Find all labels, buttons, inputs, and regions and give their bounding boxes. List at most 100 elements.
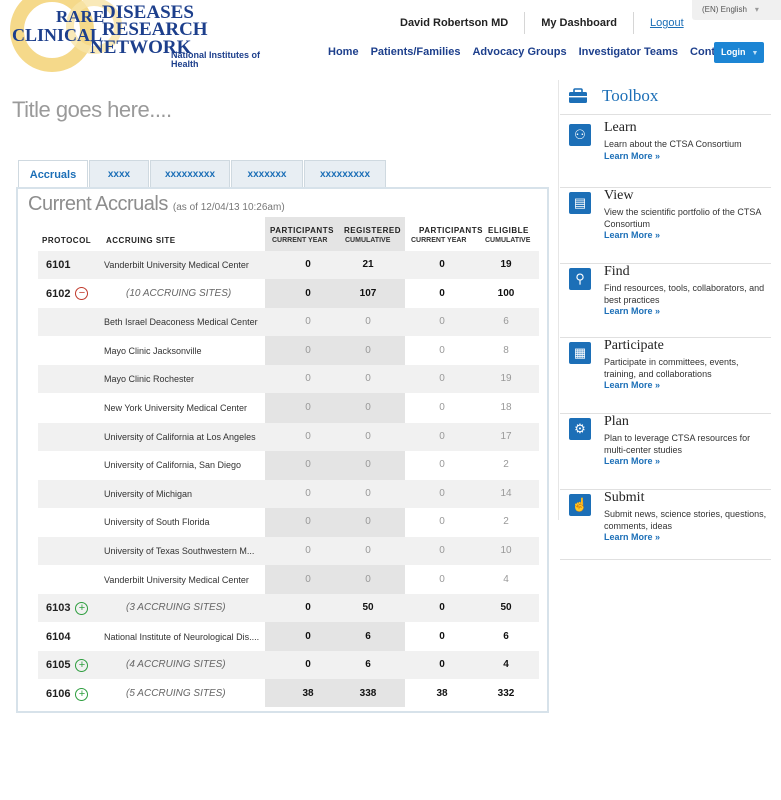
participants-current-year-2-cell: 0 — [439, 316, 445, 328]
tab-accruals[interactable]: Accruals — [18, 160, 88, 189]
participants-current-year-cell: 0 — [305, 287, 311, 299]
registered-cumulative-cell: 0 — [365, 430, 371, 442]
toolbox-item-description: View the scientific portfolio of the CTS… — [604, 207, 761, 229]
nav-home[interactable]: Home — [328, 46, 359, 58]
sub-site-row: Mayo Clinic Rochester 0 0 0 19 — [38, 365, 539, 394]
search-icon: ⚲ — [569, 268, 591, 290]
participants-current-year-2-cell: 0 — [439, 545, 445, 556]
toolbox-item-title: Plan — [604, 414, 629, 429]
language-selected: (EN) English — [702, 5, 747, 14]
protocol-cell — [46, 423, 106, 451]
rcdrn-logo[interactable]: RARE CLINICAL DISEASES RESEARCH NETWORK … — [6, 0, 278, 80]
registered-cumulative-cell: 21 — [362, 259, 374, 270]
toolbox-item-view[interactable]: ▤ View View the scientific portfolio of th… — [560, 188, 771, 264]
protocol-row: 6101 Vanderbilt University Medical Center… — [38, 251, 539, 279]
login-button[interactable]: Login ▼ — [714, 42, 764, 63]
accruing-site-cell: University of South Florida — [104, 517, 210, 528]
participants-current-year-cell: 0 — [305, 459, 311, 471]
participants-current-year-cell: 0 — [305, 430, 311, 442]
tab-4[interactable]: xxxxxxx — [231, 160, 303, 188]
eligible-cumulative-cell: 10 — [500, 545, 512, 556]
expand-icon[interactable]: + — [75, 601, 89, 615]
toolbox-item-title: Participate — [604, 338, 664, 353]
collapse-icon[interactable]: − — [75, 287, 89, 301]
header-accruing-site: ACCRUING SITE — [106, 236, 176, 245]
registered-cumulative-cell: 6 — [365, 630, 371, 642]
accruing-site-cell: University of Texas Southwestern M... — [104, 546, 255, 556]
protocol-cell — [46, 508, 106, 536]
protocol-cell: 6105 + — [46, 651, 106, 679]
toolbox-item-learn[interactable]: ⚇ Learn Learn about the CTSA Consortium Lea… — [560, 120, 771, 188]
accruing-site-cell: New York University Medical Center — [104, 403, 248, 413]
participants-current-year-2-cell: 0 — [439, 344, 445, 356]
participants-current-year-2-cell: 0 — [439, 259, 445, 270]
toolbox-item-find[interactable]: ⚲ Find Find resources, tools, collaborator… — [560, 264, 771, 338]
main-nav: Home Patients/Families Advocacy Groups I… — [322, 46, 737, 58]
toolbox-item-title: View — [604, 188, 634, 203]
learn-more-link[interactable]: Learn More » — [604, 380, 660, 390]
header-current-year-2: CURRENT YEAR — [411, 237, 467, 244]
protocol-row: 6104 National Institute of Neurological D… — [38, 623, 539, 651]
share-nodes-icon: ⚇ — [569, 124, 591, 146]
protocol-row[interactable]: 6103 + (3 ACCRUING SITES) 0 50 0 50 — [38, 594, 539, 623]
language-selector[interactable]: (EN) English ▾ — [692, 0, 781, 20]
learn-more-link[interactable]: Learn More » — [604, 151, 660, 161]
registered-cumulative-cell: 0 — [365, 344, 371, 356]
eligible-cumulative-cell: 4 — [503, 659, 509, 671]
expand-icon[interactable]: + — [75, 658, 89, 672]
registered-cumulative-cell: 338 — [359, 688, 377, 699]
protocol-row[interactable]: 6106 + (5 ACCRUING SITES) 38 338 38 332 — [38, 680, 539, 708]
participants-current-year-2-cell: 0 — [439, 630, 445, 642]
learn-more-link[interactable]: Learn More » — [604, 456, 660, 466]
participants-current-year-cell: 0 — [305, 545, 311, 556]
accruing-site-cell: University of California at Los Angeles — [104, 431, 256, 442]
chevron-down-icon: ▼ — [751, 50, 759, 57]
eligible-cumulative-cell: 8 — [503, 344, 509, 356]
toolbox-item-title: Learn — [604, 120, 637, 135]
toolbox-item-participate[interactable]: ▦ Participate Participate in committees, e… — [560, 338, 771, 414]
accruing-site-cell: (4 ACCRUING SITES) — [126, 659, 226, 671]
nav-advocacy-groups[interactable]: Advocacy Groups — [472, 46, 566, 58]
tab-3[interactable]: xxxxxxxxx — [150, 160, 230, 188]
protocol-row[interactable]: 6102− (10 ACCRUING SITES) 0 107 0 100 — [38, 280, 539, 308]
participants-current-year-2-cell: 0 — [439, 373, 445, 385]
eligible-cumulative-cell: 19 — [500, 259, 512, 270]
logout-link[interactable]: Logout — [632, 12, 700, 34]
accruing-site-cell: University of Michigan — [104, 488, 193, 499]
participants-current-year-cell: 0 — [305, 573, 311, 585]
participants-current-year-cell: 38 — [302, 688, 314, 699]
document-icon: ▤ — [569, 192, 591, 214]
toolbox: Toolbox ⚇ Learn Learn about the CTSA Conso… — [560, 80, 771, 560]
protocol-id: 6106 — [46, 688, 71, 700]
eligible-cumulative-cell: 19 — [500, 373, 512, 385]
participants-current-year-2-cell: 38 — [436, 688, 448, 699]
protocol-cell: 6106 + — [46, 680, 106, 708]
protocol-cell: 6104 — [46, 623, 106, 651]
protocol-row[interactable]: 6105 + (4 ACCRUING SITES) 0 6 0 4 — [38, 651, 539, 680]
sub-site-row: Vanderbilt University Medical Center 0 0 0 4 — [38, 566, 539, 594]
pointer-icon: ☝ — [569, 494, 591, 516]
protocol-cell — [46, 308, 106, 336]
user-name[interactable]: David Robertson MD — [384, 12, 524, 34]
my-dashboard-link[interactable]: My Dashboard — [524, 12, 633, 34]
participants-current-year-cell: 0 — [305, 602, 311, 614]
protocol-cell — [46, 365, 106, 393]
tab-5[interactable]: xxxxxxxxx — [304, 160, 386, 188]
page-title: Title goes here.... — [12, 97, 172, 122]
expand-icon[interactable]: + — [75, 687, 89, 701]
toolbox-item-description: Find resources, tools, collaborators, an… — [604, 283, 765, 305]
nav-investigator-teams[interactable]: Investigator Teams — [579, 46, 678, 58]
registered-cumulative-cell: 0 — [365, 516, 371, 528]
protocol-cell — [46, 337, 106, 365]
toolbox-item-description: Learn about the CTSA Consortium — [604, 139, 742, 149]
toolbox-item-plan[interactable]: ⚙ Plan Plan to leverage CTSA resources for… — [560, 414, 771, 490]
learn-more-link[interactable]: Learn More » — [604, 532, 660, 542]
header-registered: REGISTERED — [344, 226, 402, 235]
participants-current-year-cell: 0 — [305, 373, 311, 385]
learn-more-link[interactable]: Learn More » — [604, 230, 660, 240]
nav-patients-families[interactable]: Patients/Families — [371, 46, 461, 58]
toolbox-item-submit[interactable]: ☝ Submit Submit news, science stories, que… — [560, 490, 771, 560]
header-current-year: CURRENT YEAR — [272, 237, 328, 244]
learn-more-link[interactable]: Learn More » — [604, 306, 660, 316]
tab-2[interactable]: xxxx — [89, 160, 149, 188]
